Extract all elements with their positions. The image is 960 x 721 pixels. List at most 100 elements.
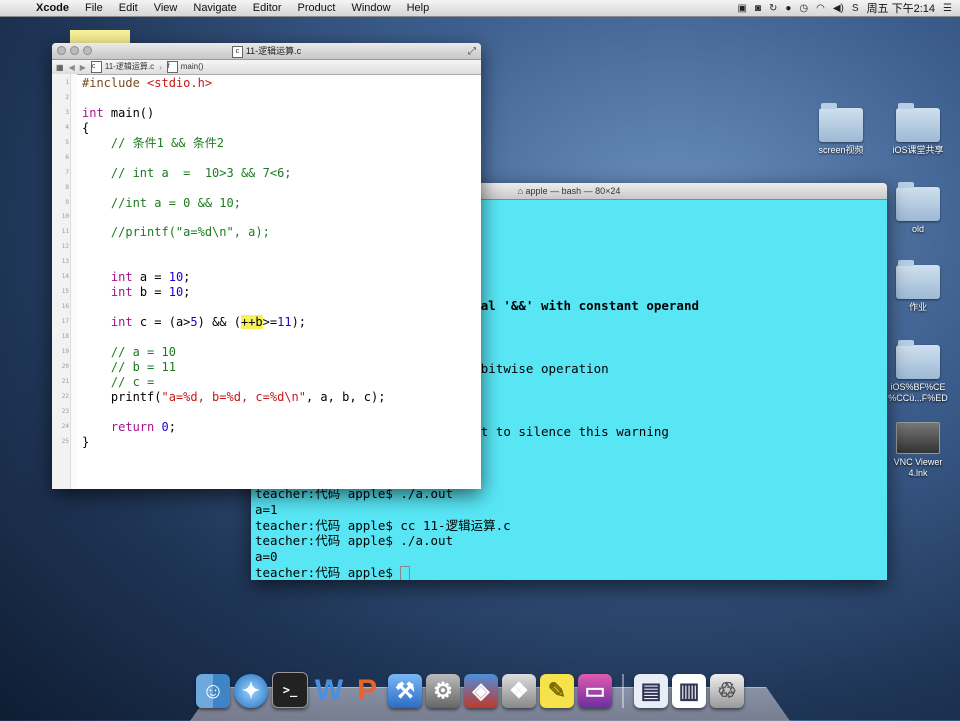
code-line: //int a = 0 && 10; <box>82 195 241 210</box>
input-source-icon[interactable]: S <box>852 3 859 14</box>
document-icon[interactable]: ▥ <box>672 674 706 708</box>
menu-product[interactable]: Product <box>290 2 344 14</box>
jump-bar-symbol[interactable]: f main() <box>166 61 203 73</box>
refresh-icon[interactable]: ↻ <box>769 3 777 14</box>
line-number: 7 <box>65 168 69 176</box>
menu-window[interactable]: Window <box>343 2 398 14</box>
folder-icon <box>896 260 940 299</box>
home-icon: ⌂ <box>517 186 526 196</box>
menu-clock[interactable]: 周五 下午2:14 <box>867 0 935 16</box>
forward-arrow-icon[interactable]: ▶ <box>80 63 86 72</box>
code-area[interactable]: 1 #include <stdio.h> 2 3 int main() 4 { 5 /… <box>62 74 481 489</box>
back-arrow-icon[interactable]: ◀ <box>69 63 75 72</box>
desktop-folder[interactable]: iOS课堂共享 <box>883 103 953 156</box>
xcode-icon[interactable]: ⚒ <box>388 674 422 708</box>
line-number: 3 <box>65 108 69 116</box>
terminal-prompt-line[interactable]: teacher:代码 apple$ <box>255 565 883 580</box>
desktop-item-label: old <box>911 224 924 234</box>
line-number: 11 <box>61 228 69 236</box>
menu-navigate[interactable]: Navigate <box>185 2 244 14</box>
line-number: 22 <box>61 392 69 400</box>
menu-file[interactable]: File <box>77 2 111 14</box>
jump-bar-file[interactable]: c 11-逻辑运算.c <box>90 61 154 73</box>
terminal-cursor <box>400 565 411 580</box>
folder-icon <box>819 103 863 142</box>
sticky-note <box>70 30 130 44</box>
related-items-icon[interactable]: ▦ <box>56 63 64 72</box>
jump-bar-separator: › <box>159 62 162 72</box>
powerpoint-icon[interactable]: P <box>350 674 384 708</box>
line-number: 8 <box>65 183 69 191</box>
fullscreen-icon[interactable]: ⤢ <box>468 44 476 60</box>
finder-icon[interactable]: ☺ <box>196 674 230 708</box>
desktop-folder[interactable]: old <box>883 182 953 235</box>
line-number: 9 <box>65 198 69 206</box>
editor-title-bar[interactable]: c 11-逻辑运算.c ⤢ <box>52 43 481 60</box>
system-preferences-icon[interactable]: ⚙ <box>426 674 460 708</box>
clock-icon[interactable]: ◷ <box>799 3 808 14</box>
code-line: // 条件1 && 条件2 <box>82 135 224 150</box>
line-number: 19 <box>61 347 69 355</box>
code-line: } <box>82 434 90 449</box>
wifi-icon[interactable]: ◠ <box>816 3 825 14</box>
desktop-folder[interactable]: iOS%BF%CE %CCü...F%ED <box>883 340 953 404</box>
preview-icon[interactable]: ▤ <box>634 674 668 708</box>
desktop-folder[interactable]: 作业 <box>883 260 953 313</box>
app-icon[interactable]: ◈ <box>464 674 498 708</box>
menu-view[interactable]: View <box>146 2 186 14</box>
menu-editor[interactable]: Editor <box>245 2 290 14</box>
desktop-file[interactable]: VNC Viewer 4.lnk <box>883 422 953 479</box>
trash-icon[interactable]: ♲ <box>710 674 744 708</box>
line-number: 10 <box>61 213 69 221</box>
safari-icon[interactable]: ✦ <box>234 674 268 708</box>
photo-icon[interactable]: ❖ <box>502 674 536 708</box>
line-number: 18 <box>61 332 69 340</box>
desktop-item-label: VNC Viewer 4.lnk <box>893 457 943 478</box>
line-number: 25 <box>61 437 69 445</box>
terminal-icon[interactable]: >_ <box>272 672 308 708</box>
line-number: 20 <box>61 362 69 370</box>
volume-icon[interactable]: ◀) <box>833 3 844 14</box>
folder-icon <box>896 103 940 142</box>
line-number: 4 <box>65 123 69 131</box>
screen-record-icon[interactable]: ▣ <box>737 3 746 14</box>
code-line: printf("a=%d, b=%d, c=%d\n", a, b, c); <box>82 389 386 404</box>
minimize-button[interactable] <box>70 46 79 55</box>
dot-icon[interactable]: ● <box>785 3 791 14</box>
menu-app-name[interactable]: Xcode <box>28 2 77 14</box>
menu-edit[interactable]: Edit <box>111 2 146 14</box>
zoom-button[interactable] <box>83 46 92 55</box>
terminal-line: teacher:代码 apple$ cc 11-逻辑运算.c <box>255 517 511 533</box>
terminal-prompt: teacher:代码 apple$ <box>255 564 401 580</box>
desktop-folder[interactable]: screen视频 <box>806 103 876 156</box>
code-line: { <box>82 120 90 135</box>
menu-bar: Xcode File Edit View Navigate Editor Pro… <box>0 0 960 17</box>
vnc-viewer-icon <box>896 422 940 454</box>
close-button[interactable] <box>57 46 66 55</box>
word-icon[interactable]: W <box>312 674 346 708</box>
folder-icon <box>896 340 940 379</box>
terminal-line: a=1 <box>255 502 278 518</box>
line-number: 17 <box>61 318 69 325</box>
stickies-icon[interactable]: ✎ <box>540 674 574 708</box>
monitor-icon[interactable]: ▭ <box>578 674 612 708</box>
line-number: 2 <box>65 93 69 101</box>
line-number: 14 <box>61 273 69 281</box>
xcode-editor-window[interactable]: c 11-逻辑运算.c ⤢ ▦ ◀ ▶ c 11-逻辑运算.c › f main() … <box>52 43 481 489</box>
menu-help[interactable]: Help <box>399 2 438 14</box>
line-number: 23 <box>61 407 69 415</box>
code-line: int a = 10; <box>110 270 191 285</box>
editor-title: 11-逻辑运算.c <box>245 46 302 56</box>
terminal-line: a=0 <box>255 549 278 565</box>
camera-icon[interactable]: ◙ <box>755 3 761 14</box>
desktop-item-label: iOS%BF%CE %CCü...F%ED <box>888 382 948 403</box>
list-icon[interactable]: ☰ <box>943 3 952 14</box>
editor-body[interactable]: 1 #include <stdio.h> 2 3 int main() 4 { 5 /… <box>52 74 481 489</box>
dock-separator <box>622 674 624 708</box>
